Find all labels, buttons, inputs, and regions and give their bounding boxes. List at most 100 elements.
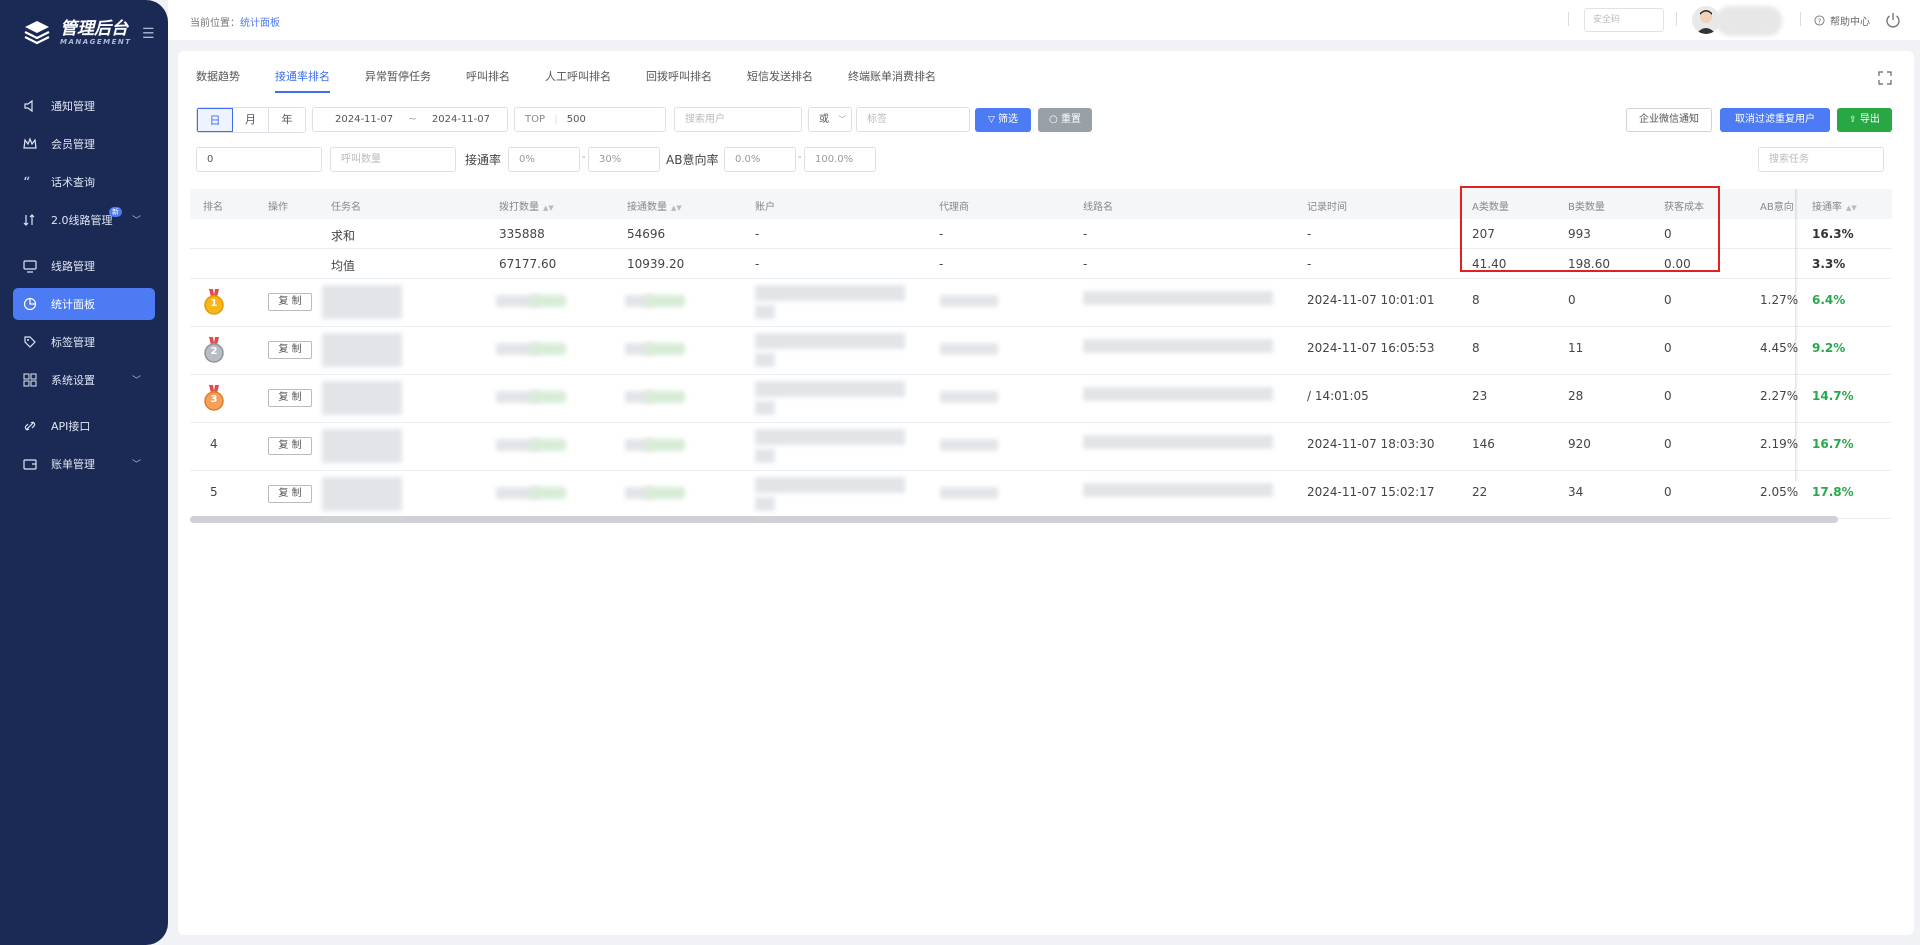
sidebar-item-9[interactable]: 账单管理 ﹀	[13, 448, 155, 480]
tab-1[interactable]: 接通率排名	[275, 68, 330, 93]
reset-button[interactable]: ○ 重置	[1038, 108, 1092, 132]
sidebar-item-label: 统计面板	[51, 298, 95, 311]
grid-icon	[23, 373, 37, 387]
power-icon[interactable]	[1884, 11, 1902, 29]
date-range-picker[interactable]: 2024-11-07 ~ 2024-11-07	[312, 107, 508, 132]
sidebar-item-1[interactable]: 会员管理	[13, 128, 155, 160]
cell-b: 198.60	[1568, 257, 1610, 271]
date-end: 2024-11-07	[431, 114, 491, 125]
col-rate[interactable]: 接通率 ▲▼	[1812, 198, 1857, 213]
copy-button[interactable]: 复 制	[268, 389, 312, 407]
tab-3[interactable]: 呼叫排名	[466, 68, 510, 93]
redacted-content	[645, 487, 685, 499]
sidebar-item-5[interactable]: 统计面板	[13, 288, 155, 320]
rate-to-input[interactable]: 30%	[588, 147, 660, 172]
monitor-icon	[23, 259, 37, 273]
min-calls-input[interactable]: 0	[196, 147, 322, 172]
breadcrumb-current[interactable]: 统计面板	[240, 18, 280, 29]
sort-icon[interactable]: ▲▼	[671, 204, 682, 212]
col-connect[interactable]: 接通数量 ▲▼	[627, 198, 682, 213]
sidebar-item-2[interactable]: “ 话术查询	[13, 166, 155, 198]
date-start: 2024-11-07	[335, 114, 394, 125]
period-month[interactable]: 月	[233, 108, 269, 132]
sidebar-item-6[interactable]: 标签管理	[13, 326, 155, 358]
tab-2[interactable]: 异常暂停任务	[365, 68, 431, 93]
col-dial[interactable]: 拨打数量 ▲▼	[499, 198, 554, 213]
rate-from-input[interactable]: 0%	[508, 147, 580, 172]
sidebar-item-7[interactable]: 系统设置 ﹀	[13, 364, 155, 396]
redacted-content	[530, 343, 566, 355]
cell-rate: 3.3%	[1812, 257, 1846, 271]
range-dash: -	[582, 152, 586, 163]
period-day[interactable]: 日	[197, 108, 233, 132]
tab-7[interactable]: 终端账单消费排名	[848, 68, 936, 93]
cell-rate: 14.7%	[1812, 389, 1854, 403]
menu-collapse-icon[interactable]: ☰	[142, 26, 155, 42]
tab-0[interactable]: 数据趋势	[196, 68, 240, 93]
safe-code-input[interactable]: 安全码	[1584, 8, 1664, 32]
cancel-filter-duplicate-button[interactable]: 取消过滤重复用户	[1720, 108, 1830, 132]
top-input[interactable]: TOP | 500	[514, 107, 666, 132]
help-center-link[interactable]: ? 帮助中心	[1814, 13, 1870, 28]
cell-ab: 2.19%	[1760, 437, 1799, 451]
call-count-input[interactable]: 呼叫数量	[330, 147, 456, 172]
tab-6[interactable]: 短信发送排名	[747, 68, 813, 93]
tab-bar: 数据趋势 接通率排名 异常暂停任务 呼叫排名 人工呼叫排名 回拨呼叫排名 短信发送排名 终端账…	[196, 68, 971, 93]
chevron-down-icon: ﹀	[131, 460, 141, 470]
tab-4[interactable]: 人工呼叫排名	[545, 68, 611, 93]
cell-a: 23	[1472, 389, 1488, 403]
sidebar-item-0[interactable]: 通知管理	[13, 90, 155, 122]
table-row: 2 复 制 2024-11-07 16:05:53 8 11 0 4.45% 9.2%	[190, 327, 1892, 375]
divider	[1568, 12, 1569, 26]
sidebar-item-8[interactable]: API接口	[13, 410, 155, 442]
export-label: 导出	[1859, 114, 1880, 125]
logo-subtitle: MANAGEMENT	[60, 38, 132, 46]
tab-5[interactable]: 回拨呼叫排名	[646, 68, 712, 93]
bill-icon	[23, 457, 37, 471]
export-button[interactable]: ⇪ 导出	[1837, 108, 1892, 132]
logic-select[interactable]: 或 ﹀	[808, 107, 852, 132]
search-user-input[interactable]: 搜索用户	[674, 107, 802, 132]
wechat-notify-button[interactable]: 企业微信通知	[1626, 108, 1712, 132]
sidebar-item-4[interactable]: 线路管理	[13, 250, 155, 282]
table-row: 4 复 制 2024-11-07 18:03:30 146 920 0 2.19% 16.7%	[190, 423, 1892, 471]
tag-input[interactable]: 标签	[856, 107, 970, 132]
cell-time: 2024-11-07 10:01:01	[1307, 293, 1435, 307]
chevron-down-icon: ﹀	[131, 216, 141, 226]
help-center-label: 帮助中心	[1830, 17, 1870, 28]
ab-from-input[interactable]: 0.0%	[724, 147, 796, 172]
search-task-input[interactable]: 搜索任务	[1758, 147, 1884, 172]
cell-a: 8	[1472, 341, 1480, 355]
range-dash: -	[798, 152, 802, 163]
sort-icon[interactable]: ▲▼	[1846, 204, 1857, 212]
sort-icon[interactable]: ▲▼	[543, 204, 554, 212]
redacted-content	[530, 295, 566, 307]
copy-button[interactable]: 复 制	[268, 485, 312, 503]
ab-to-input[interactable]: 100.0%	[804, 147, 876, 172]
tag-icon	[23, 335, 37, 349]
cell-dial: 335888	[499, 227, 545, 241]
crown-icon	[23, 137, 37, 151]
copy-button[interactable]: 复 制	[268, 341, 312, 359]
fullscreen-icon[interactable]	[1878, 71, 1892, 85]
filter-button[interactable]: ▽ 筛选	[975, 108, 1031, 132]
redacted-content	[755, 477, 905, 493]
col-a: A类数量	[1472, 202, 1509, 213]
horizontal-scrollbar[interactable]	[190, 516, 1838, 523]
filter-label: 筛选	[998, 114, 1019, 125]
cell-time: / 14:01:05	[1307, 389, 1369, 403]
copy-button[interactable]: 复 制	[268, 437, 312, 455]
redacted-content	[755, 305, 775, 319]
sidebar-item-3[interactable]: 2.0线路管理新 ﹀	[13, 204, 155, 236]
col-b: B类数量	[1568, 202, 1605, 213]
col-ab: AB意向	[1760, 202, 1794, 213]
cell-connect: 54696	[627, 227, 666, 241]
cell-time: 2024-11-07 15:02:17	[1307, 485, 1435, 499]
copy-button[interactable]: 复 制	[268, 293, 312, 311]
rank-number: 2	[210, 346, 218, 357]
period-year[interactable]: 年	[269, 108, 305, 132]
logo-title: 管理后台	[60, 19, 128, 39]
date-separator: ~	[408, 114, 417, 125]
redacted-content	[755, 353, 775, 367]
redacted-content	[755, 333, 905, 349]
